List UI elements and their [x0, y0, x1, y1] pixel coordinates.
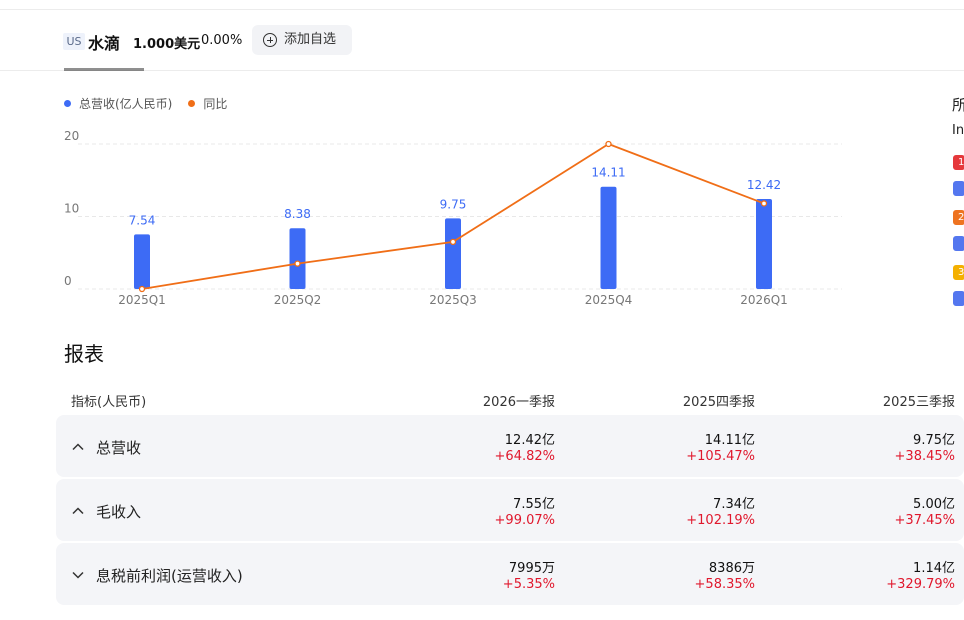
bar	[600, 186, 617, 289]
stock-price: 1.000美元	[133, 37, 201, 52]
row-change: +102.19%	[686, 513, 755, 528]
chevron-up-icon	[72, 443, 84, 451]
bar	[756, 198, 772, 289]
yoy-point	[449, 238, 457, 246]
row-value: 8386万	[708, 561, 755, 576]
bar	[134, 234, 150, 289]
report-table-header: 指标(人民币) 2026一季报 2025四季报 2025三季报	[56, 388, 964, 410]
header-period-1[interactable]: 2026一季报	[483, 391, 555, 410]
bar-value-label: 9.75	[440, 197, 467, 211]
report-section-title: 报表	[64, 342, 104, 366]
chevron-up-icon	[72, 507, 84, 515]
market-badge: US	[63, 33, 85, 50]
yoy-point	[294, 260, 301, 267]
row-change: +5.35%	[502, 577, 555, 592]
bar-value-label: 7.54	[129, 213, 156, 227]
yoy-point	[605, 140, 612, 148]
legend-yoy-label: 同比	[203, 97, 228, 111]
table-row[interactable]: 息税前利润(运营收入) 7995万 +5.35% 8386万 +58.35% 1…	[56, 543, 964, 605]
row-change: +64.82%	[494, 449, 555, 464]
x-tick-label: 2025Q4	[585, 293, 633, 307]
bar-value-label: 14.11	[591, 166, 625, 180]
right-panel-block-1	[953, 181, 964, 196]
table-row[interactable]: 总营收 12.42亿 +64.82% 14.11亿 +105.47% 9.75亿…	[56, 415, 964, 477]
row-change: +329.79%	[886, 577, 955, 592]
bar-value-label: 8.38	[284, 207, 311, 221]
row-value: 12.42亿	[504, 433, 555, 448]
y-tick-label: 10	[64, 202, 79, 216]
yoy-point	[138, 285, 146, 293]
chevron-down-icon	[72, 571, 84, 579]
row-value: 1.14亿	[913, 561, 955, 576]
row-change: +38.45%	[894, 449, 955, 464]
chart-title-cutoff	[64, 62, 154, 72]
header-period-2[interactable]: 2025四季报	[683, 391, 755, 410]
row-value: 7995万	[508, 561, 555, 576]
x-tick-label: 2025Q1	[118, 293, 166, 307]
right-panel-text-2: In	[952, 123, 964, 138]
add-to-watchlist-button[interactable]: 添加自选	[252, 25, 352, 55]
x-tick-label: 2025Q3	[429, 293, 477, 307]
bar-value-label: 12.42	[747, 178, 781, 192]
row-value: 7.55亿	[513, 497, 555, 512]
row-value: 14.11亿	[704, 433, 755, 448]
chart-legend: 总营收(亿人民币) 同比	[64, 95, 227, 112]
stock-name: 水滴	[88, 34, 121, 53]
header-period-3[interactable]: 2025三季报	[883, 391, 955, 410]
bar	[289, 228, 306, 289]
legend-revenue-dot	[64, 100, 71, 107]
rank-badge-3: 3	[953, 265, 964, 280]
row-change: +37.45%	[894, 513, 955, 528]
legend-revenue[interactable]: 总营收(亿人民币)	[64, 95, 172, 112]
row-value: 9.75亿	[913, 433, 955, 448]
rank-badge-2: 2	[953, 210, 964, 225]
right-panel-cutoff: 所 In 1 2 3	[950, 60, 964, 320]
y-tick-label: 20	[64, 129, 79, 143]
revenue-chart: 20 10 0 7.54 8.38 9.75 14.11 12.42 2025Q1 2025Q2 2…	[64, 129, 842, 307]
x-tick-label: 2026Q1	[740, 293, 788, 307]
y-tick-label: 0	[64, 274, 72, 288]
legend-yoy[interactable]: 同比	[188, 95, 227, 112]
row-value: 5.00亿	[913, 497, 955, 512]
row-value: 7.34亿	[713, 497, 755, 512]
top-divider	[0, 0, 964, 10]
plus-circle-icon	[263, 33, 277, 47]
stock-change: 0.00%	[201, 33, 243, 48]
rank-badge-1: 1	[953, 155, 964, 170]
right-panel-text-1: 所	[952, 96, 964, 114]
row-label: 毛收入	[96, 503, 142, 521]
bar	[445, 218, 461, 289]
table-row[interactable]: 毛收入 7.55亿 +99.07% 7.34亿 +102.19% 5.00亿 +…	[56, 479, 964, 541]
right-panel-block-2	[953, 236, 964, 251]
row-change: +58.35%	[694, 577, 755, 592]
yoy-point	[760, 200, 768, 207]
add-to-watchlist-label: 添加自选	[284, 32, 337, 47]
legend-yoy-dot	[188, 100, 196, 107]
row-change: +99.07%	[494, 513, 555, 528]
header-metric: 指标(人民币)	[71, 395, 147, 410]
legend-revenue-label: 总营收(亿人民币)	[79, 97, 173, 111]
row-change: +105.47%	[686, 449, 755, 464]
row-label: 总营收	[96, 439, 142, 457]
x-tick-label: 2025Q2	[274, 293, 322, 307]
row-label: 息税前利润(运营收入)	[96, 567, 243, 585]
right-panel-block-3	[953, 291, 964, 306]
